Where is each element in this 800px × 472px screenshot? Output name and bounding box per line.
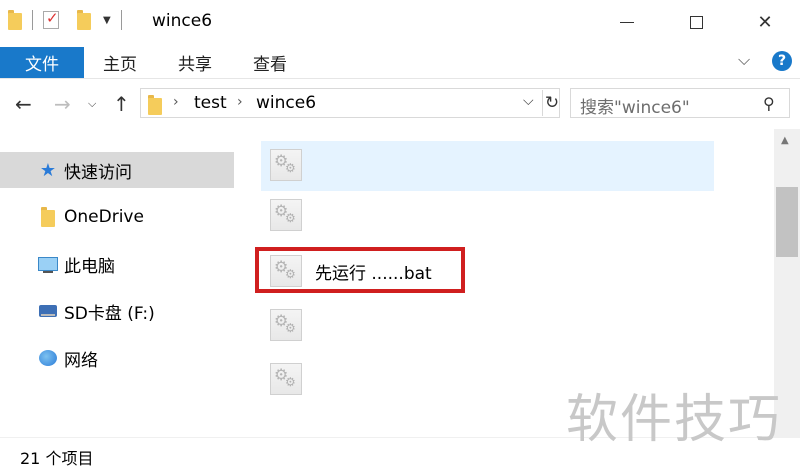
item-count: 21 个项目 bbox=[20, 449, 94, 468]
network-icon bbox=[38, 348, 58, 368]
drive-icon bbox=[38, 301, 58, 321]
close-button[interactable]: ✕ bbox=[742, 0, 788, 44]
list-item[interactable] bbox=[261, 141, 714, 191]
address-dropdown-icon[interactable]: ⌵ bbox=[523, 93, 534, 109]
sidebar-item-label: 快速访问 bbox=[64, 162, 132, 183]
ribbon-tabs: 文件 主页 共享 查看 bbox=[0, 44, 800, 79]
properties-icon[interactable] bbox=[43, 9, 59, 29]
folder-icon bbox=[8, 10, 22, 30]
maximize-button[interactable] bbox=[673, 0, 719, 44]
folder-icon bbox=[38, 207, 58, 227]
divider bbox=[32, 10, 33, 30]
watermark: 软件技巧 bbox=[566, 390, 783, 450]
list-item[interactable] bbox=[261, 191, 714, 241]
scrollbar-thumb[interactable] bbox=[776, 187, 798, 257]
list-item[interactable] bbox=[261, 301, 714, 351]
expand-ribbon-icon[interactable]: ⌵ bbox=[738, 50, 750, 70]
batch-file-icon bbox=[270, 363, 302, 395]
search-placeholder: 搜索"wince6" bbox=[580, 98, 690, 118]
navigation-pane: ★ 快速访问 OneDrive 此电脑 SD卡盘 (F:) 网络 bbox=[0, 129, 238, 437]
tab-view[interactable]: 查看 bbox=[253, 50, 287, 75]
forward-button[interactable]: → bbox=[54, 92, 71, 116]
close-icon: ✕ bbox=[757, 11, 773, 33]
customize-toolbar-dropdown-icon[interactable]: ▼ bbox=[103, 15, 111, 26]
sidebar-item-label: 网络 bbox=[64, 350, 98, 371]
new-folder-icon[interactable] bbox=[77, 10, 91, 30]
back-button[interactable]: ← bbox=[15, 92, 32, 116]
window-title: wince6 bbox=[152, 11, 213, 31]
breadcrumb-test[interactable]: test bbox=[194, 93, 227, 113]
sidebar-item-network[interactable]: 网络 bbox=[0, 340, 234, 376]
minimize-icon bbox=[620, 21, 634, 23]
tab-home[interactable]: 主页 bbox=[103, 50, 137, 75]
minimize-button[interactable] bbox=[604, 0, 650, 44]
maximize-icon bbox=[689, 15, 703, 29]
star-icon: ★ bbox=[39, 159, 57, 181]
batch-file-icon bbox=[270, 309, 302, 341]
up-button[interactable]: ↑ bbox=[113, 92, 130, 116]
tab-share[interactable]: 共享 bbox=[178, 50, 212, 75]
computer-icon bbox=[38, 254, 58, 274]
divider bbox=[120, 10, 122, 30]
sidebar-item-label: SD卡盘 (F:) bbox=[64, 303, 155, 324]
breadcrumb-separator: › bbox=[173, 94, 179, 110]
search-icon[interactable]: ⚲ bbox=[763, 94, 775, 113]
folder-icon bbox=[148, 95, 162, 115]
address-bar[interactable]: › test › wince6 ⌵ ↻ bbox=[140, 88, 560, 118]
refresh-button[interactable]: ↻ bbox=[542, 90, 561, 116]
sidebar-item-quick-access[interactable]: ★ 快速访问 bbox=[0, 152, 234, 188]
quick-access-toolbar: ▼ bbox=[8, 9, 126, 30]
help-icon[interactable]: ? bbox=[772, 51, 792, 71]
sidebar-item-this-pc[interactable]: 此电脑 bbox=[0, 246, 234, 282]
batch-file-icon bbox=[270, 149, 302, 181]
highlight-annotation bbox=[255, 247, 465, 293]
sidebar-item-sd-drive[interactable]: SD卡盘 (F:) bbox=[0, 293, 234, 329]
sidebar-item-onedrive[interactable]: OneDrive bbox=[0, 199, 234, 235]
batch-file-icon bbox=[270, 199, 302, 231]
title-bar: ▼ wince6 ✕ bbox=[0, 0, 800, 44]
recent-locations-icon[interactable]: ⌵ bbox=[88, 97, 96, 111]
breadcrumb-wince6[interactable]: wince6 bbox=[256, 93, 316, 113]
navigation-bar: ← → ⌵ ↑ › test › wince6 ⌵ ↻ 搜索"wince6" ⚲ bbox=[0, 79, 800, 129]
breadcrumb-separator: › bbox=[237, 94, 243, 110]
tab-file[interactable]: 文件 bbox=[0, 47, 84, 78]
search-input[interactable]: 搜索"wince6" ⚲ bbox=[570, 88, 790, 118]
sidebar-item-label: OneDrive bbox=[64, 207, 144, 227]
sidebar-item-label: 此电脑 bbox=[64, 256, 115, 277]
scroll-up-icon[interactable]: ▲ bbox=[781, 135, 789, 146]
